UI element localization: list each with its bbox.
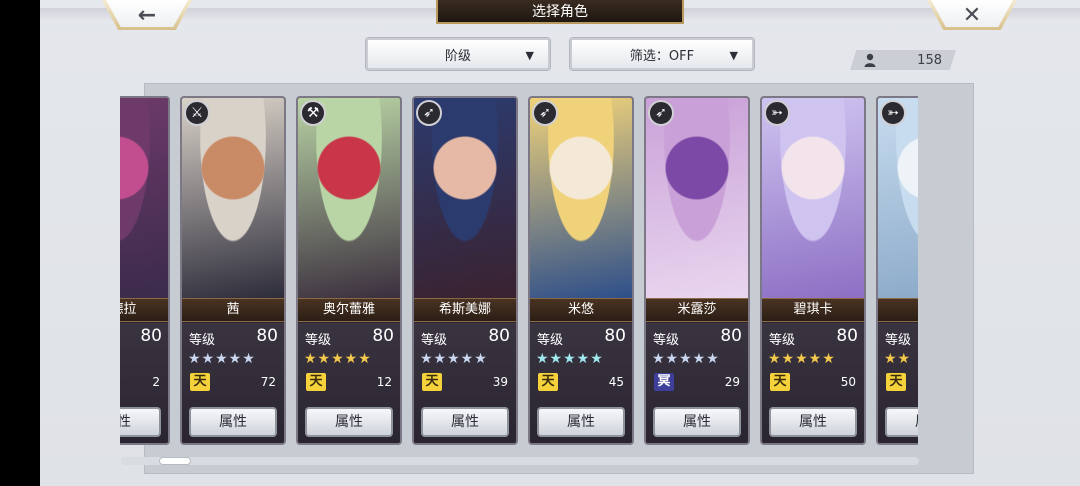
element-badge-icon: 天 bbox=[306, 373, 326, 391]
card-count: 29 bbox=[724, 375, 740, 389]
scrollbar-thumb[interactable] bbox=[159, 457, 191, 465]
attribute-button[interactable]: 属性 bbox=[537, 407, 625, 437]
star-rating-icon: ★★★★★ bbox=[652, 351, 720, 367]
element-badge-icon: 天 bbox=[422, 373, 442, 391]
element-badge-icon: 天 bbox=[538, 373, 558, 391]
close-icon: ✕ bbox=[962, 2, 982, 28]
count-value: 158 bbox=[917, 52, 942, 68]
rank-sort-label: 阶级 bbox=[444, 48, 471, 64]
page-title: 选择角色 bbox=[436, 0, 684, 24]
level-label: 等级 bbox=[885, 333, 912, 348]
character-list[interactable]: ⚚雅德拉等级80★★★天2属性⚔茜等级80★★★★★天72属性⚒奥尔蕾雅等级80… bbox=[120, 96, 918, 448]
star-rating-icon: ★★★★★ bbox=[420, 351, 488, 367]
card-info: 等级 80 ★★★★★ 天 12 属性 bbox=[298, 323, 400, 443]
card-info: 等级 80 ★★★★★ 天 50 属性 bbox=[762, 323, 864, 443]
level-label: 等级 bbox=[305, 333, 332, 348]
character-portrait bbox=[298, 98, 400, 298]
character-name: 米露莎 bbox=[646, 298, 748, 322]
weapon-type-icon: ➳ bbox=[880, 100, 906, 126]
attribute-button[interactable]: 属性 bbox=[421, 407, 509, 437]
level-value: 80 bbox=[488, 326, 510, 346]
character-portrait bbox=[762, 98, 864, 298]
character-card[interactable]: ➳ 等级 ★★ 天属性 bbox=[876, 96, 918, 445]
card-info: 等级 ★★ 天属性 bbox=[878, 323, 918, 443]
character-portrait bbox=[414, 98, 516, 298]
level-value: 80 bbox=[372, 326, 394, 346]
attribute-button[interactable]: 属性 bbox=[653, 407, 741, 437]
character-card[interactable]: ⚚雅德拉等级80★★★天2属性 bbox=[120, 96, 170, 445]
level-label: 等级 bbox=[653, 333, 680, 348]
level-label: 等级 bbox=[769, 333, 796, 348]
character-count: 158 bbox=[850, 50, 956, 70]
card-info: 等级 80 ★★★★★ 天 45 属性 bbox=[530, 323, 632, 443]
attribute-button[interactable]: 属性 bbox=[769, 407, 857, 437]
scrollbar-track[interactable] bbox=[121, 457, 919, 465]
filter-dropdown[interactable]: 筛选：OFF ▼ bbox=[570, 38, 754, 70]
rank-sort-dropdown[interactable]: 阶级 ▼ bbox=[366, 38, 550, 70]
level-label: 等级 bbox=[189, 333, 216, 348]
chevron-down-icon: ▼ bbox=[525, 49, 534, 62]
chevron-down-icon: ▼ bbox=[729, 49, 738, 62]
weapon-type-icon: ⚒ bbox=[300, 100, 326, 126]
card-info: 等级 80 ★★★★★ 冥 29 属性 bbox=[646, 323, 748, 443]
character-card[interactable]: ➶ 希斯美娜等级 80 ★★★★★ 天 39 属性 bbox=[412, 96, 518, 445]
card-count: 12 bbox=[376, 375, 392, 389]
attribute-button[interactable]: 属性 bbox=[305, 407, 393, 437]
level-value: 80 bbox=[720, 326, 742, 346]
character-name: 奥尔蕾雅 bbox=[298, 298, 400, 322]
star-rating-icon: ★★★★★ bbox=[768, 351, 836, 367]
character-card[interactable]: ➶ 米悠等级 80 ★★★★★ 天 45 属性 bbox=[528, 96, 634, 445]
level-label: 等级 bbox=[537, 333, 564, 348]
character-card[interactable]: ➳ 碧琪卡等级 80 ★★★★★ 天 50 属性 bbox=[760, 96, 866, 445]
star-rating-icon: ★★★★★ bbox=[188, 351, 256, 367]
character-portrait bbox=[182, 98, 284, 298]
character-portrait bbox=[646, 98, 748, 298]
character-card[interactable]: ⚒ 奥尔蕾雅等级 80 ★★★★★ 天 12 属性 bbox=[296, 96, 402, 445]
character-name: 雅德拉 bbox=[120, 298, 168, 322]
filter-label: 筛选：OFF bbox=[629, 48, 695, 64]
character-portrait bbox=[120, 98, 168, 298]
weapon-type-icon: ➶ bbox=[648, 100, 674, 126]
character-name: 碧琪卡 bbox=[762, 298, 864, 322]
person-icon bbox=[864, 53, 876, 67]
card-count: 45 bbox=[608, 375, 624, 389]
character-name: 茜 bbox=[182, 298, 284, 322]
character-name: 希斯美娜 bbox=[414, 298, 516, 322]
card-count: 2 bbox=[152, 375, 160, 389]
element-badge-icon: 天 bbox=[770, 373, 790, 391]
star-rating-icon: ★★★★★ bbox=[304, 351, 372, 367]
weapon-type-icon: ➳ bbox=[764, 100, 790, 126]
element-badge-icon: 天 bbox=[190, 373, 210, 391]
level-value: 80 bbox=[140, 326, 162, 346]
character-card[interactable]: ➶ 米露莎等级 80 ★★★★★ 冥 29 属性 bbox=[644, 96, 750, 445]
weapon-type-icon: ➶ bbox=[416, 100, 442, 126]
attribute-button[interactable]: 属性 bbox=[120, 407, 161, 437]
element-badge-icon: 天 bbox=[886, 373, 906, 391]
character-name bbox=[878, 298, 918, 322]
attribute-button[interactable]: 属性 bbox=[885, 407, 918, 437]
attribute-button[interactable]: 属性 bbox=[189, 407, 277, 437]
card-info: 等级 80 ★★★★★ 天 72 属性 bbox=[182, 323, 284, 443]
star-rating-icon: ★★ bbox=[884, 351, 912, 367]
character-portrait bbox=[878, 98, 918, 298]
card-info: 等级 80 ★★★★★ 天 39 属性 bbox=[414, 323, 516, 443]
close-button[interactable]: ✕ bbox=[927, 0, 1017, 30]
level-value: 80 bbox=[604, 326, 626, 346]
card-info: 等级80★★★天2属性 bbox=[120, 323, 168, 443]
character-card[interactable]: ⚔ 茜等级 80 ★★★★★ 天 72 属性 bbox=[180, 96, 286, 445]
weapon-type-icon: ➶ bbox=[532, 100, 558, 126]
card-count: 39 bbox=[492, 375, 508, 389]
character-portrait bbox=[530, 98, 632, 298]
character-name: 米悠 bbox=[530, 298, 632, 322]
element-badge-icon: 冥 bbox=[654, 373, 674, 391]
star-rating-icon: ★★★★★ bbox=[536, 351, 604, 367]
level-value: 80 bbox=[836, 326, 858, 346]
level-label: 等级 bbox=[421, 333, 448, 348]
weapon-type-icon: ⚔ bbox=[184, 100, 210, 126]
card-count: 72 bbox=[260, 375, 276, 389]
back-button[interactable]: ← bbox=[102, 0, 192, 30]
card-count: 50 bbox=[840, 375, 856, 389]
level-value: 80 bbox=[256, 326, 278, 346]
back-arrow-icon: ← bbox=[137, 2, 157, 28]
